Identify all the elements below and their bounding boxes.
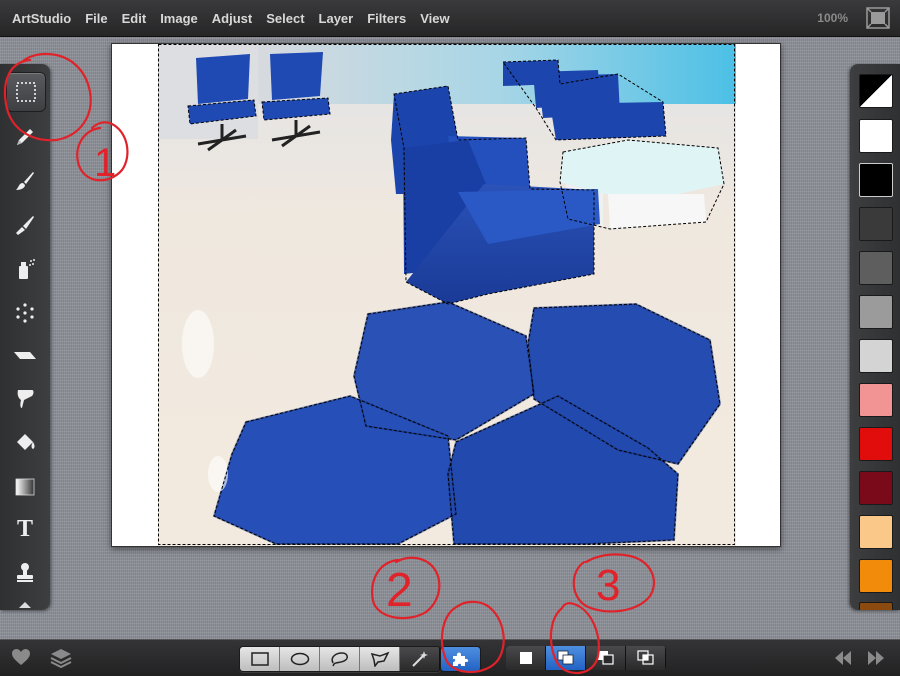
more-tools-indicator[interactable] [19, 602, 31, 608]
intersect-selection-mode-button[interactable] [626, 646, 666, 670]
scatter-brush-icon [16, 303, 34, 323]
color-swatch[interactable] [859, 207, 893, 241]
selection-mode-group [506, 646, 666, 670]
tool-paint-bucket[interactable] [6, 424, 44, 462]
eraser-icon [14, 352, 36, 359]
color-swatch[interactable] [859, 163, 893, 197]
polygon-selection-button[interactable] [360, 647, 400, 671]
color-swatch[interactable] [859, 602, 893, 610]
rectangle-selection-button[interactable] [240, 647, 280, 671]
rectangle-select-icon [16, 82, 36, 102]
tool-gradient[interactable] [6, 468, 44, 506]
add-selection-icon [557, 650, 573, 665]
annotation-circle-two [370, 556, 441, 620]
pencil-icon [17, 129, 33, 145]
spray-can-icon [19, 259, 35, 279]
menu-view[interactable]: View [413, 11, 456, 26]
color-swatch[interactable] [859, 515, 893, 549]
color-swatch[interactable] [859, 295, 893, 329]
gradient-icon [15, 478, 35, 496]
color-swatch[interactable] [859, 119, 893, 153]
new-selection-icon [519, 652, 532, 664]
color-palette [850, 64, 900, 610]
photo-layer[interactable] [158, 44, 736, 546]
menu-file[interactable]: File [78, 11, 114, 26]
menu-edit[interactable]: Edit [115, 11, 154, 26]
color-swatch[interactable] [859, 251, 893, 285]
rewind-icon[interactable] [833, 650, 853, 671]
menu-adjust[interactable]: Adjust [205, 11, 259, 26]
add-selection-mode-button[interactable] [546, 646, 586, 670]
magic-wand-icon [411, 651, 428, 667]
tool-rectangle-select[interactable] [6, 72, 46, 112]
wide-brush-icon [16, 216, 34, 235]
color-swatch[interactable] [859, 559, 893, 593]
fullscreen-icon[interactable] [866, 7, 890, 29]
tool-spray-can[interactable] [6, 250, 44, 288]
menu-bar: ArtStudio File Edit Image Adjust Select … [0, 0, 900, 37]
text-icon: T [16, 515, 33, 542]
app-menu-artstudio[interactable]: ArtStudio [0, 11, 78, 26]
rectangle-shape-icon [250, 652, 269, 666]
document-canvas[interactable] [111, 43, 781, 547]
tool-brush[interactable] [6, 162, 44, 200]
menu-filters[interactable]: Filters [360, 11, 413, 26]
annotation-label-3: 3 [596, 561, 620, 610]
paint-bucket-icon [17, 434, 35, 450]
tool-wide-brush[interactable] [6, 206, 44, 244]
lasso-icon [331, 652, 348, 667]
tool-text[interactable]: T [6, 510, 44, 548]
ellipse-selection-button[interactable] [280, 647, 320, 671]
selection-shape-group [239, 646, 441, 672]
tool-smudge[interactable] [6, 380, 44, 418]
smart-selection-button[interactable] [440, 646, 481, 672]
subtract-selection-icon [597, 651, 614, 665]
tool-eraser[interactable] [6, 336, 44, 374]
annotation-circle-three [572, 553, 656, 613]
tool-scatter-brush[interactable] [6, 294, 44, 332]
zoom-level[interactable]: 100% [817, 11, 848, 25]
annotation-label-2: 2 [386, 564, 413, 617]
lasso-selection-button[interactable] [320, 647, 360, 671]
menu-layer[interactable]: Layer [312, 11, 361, 26]
smudge-icon [17, 390, 34, 408]
polygon-lasso-icon [370, 651, 390, 667]
bottom-bar [0, 639, 900, 676]
stamp-icon [17, 563, 33, 582]
brush-icon [16, 172, 34, 190]
layers-icon[interactable] [50, 647, 72, 674]
menu-image[interactable]: Image [153, 11, 205, 26]
color-swatch[interactable] [859, 339, 893, 373]
heart-icon[interactable] [11, 648, 31, 671]
tool-pencil[interactable] [6, 118, 44, 156]
primary-secondary-color-swatch[interactable] [859, 74, 893, 108]
tool-palette: T [0, 64, 50, 610]
magic-wand-button[interactable] [400, 647, 440, 671]
puzzle-piece-icon [452, 652, 468, 666]
color-swatch[interactable] [859, 471, 893, 505]
subtract-selection-mode-button[interactable] [586, 646, 626, 670]
tool-stamp[interactable] [6, 554, 44, 592]
menu-select[interactable]: Select [259, 11, 311, 26]
ellipse-shape-icon [290, 652, 309, 666]
photo-content [158, 44, 736, 546]
intersect-selection-icon [636, 650, 654, 665]
color-swatch[interactable] [859, 427, 893, 461]
fast-forward-icon[interactable] [866, 650, 886, 671]
new-selection-mode-button[interactable] [506, 646, 546, 670]
color-swatch[interactable] [859, 383, 893, 417]
